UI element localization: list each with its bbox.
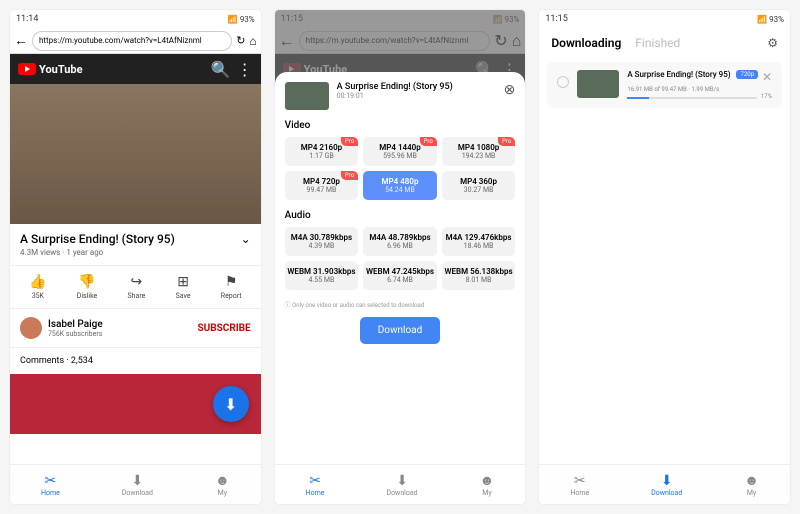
channel-name: Isabel Paige — [48, 319, 192, 330]
nav-my[interactable]: ☻My — [480, 472, 495, 497]
video-meta: 4.3M views · 1 year ago — [20, 248, 251, 257]
format-option[interactable]: ProMP4 720p99.47 MB — [285, 171, 359, 200]
tab-finished[interactable]: Finished — [635, 36, 680, 50]
sheet-title: A Surprise Ending! (Story 95) — [337, 82, 496, 92]
action-row: 👍35K 👎Dislike ↪Share ⊞Save ⚑Report — [10, 266, 261, 309]
format-option[interactable]: ProMP4 2160p1.17 GB — [285, 137, 359, 166]
url-field[interactable]: https://m.youtube.com/watch?v=L4tAfNiznm… — [32, 31, 232, 51]
youtube-logo[interactable]: YouTube — [18, 63, 83, 76]
note-text: ⓘ Only one video or audio can selected t… — [285, 300, 516, 309]
bottom-nav: ✂Home ⬇Download ☻My — [275, 464, 526, 504]
nav-download[interactable]: ⬇Download — [122, 473, 153, 497]
nav-home[interactable]: ✂Home — [41, 473, 60, 497]
youtube-header: YouTube 🔍 ⋮ — [10, 54, 261, 84]
nav-download[interactable]: ⬇Download — [651, 473, 682, 497]
cancel-icon[interactable]: ✕ — [762, 70, 772, 84]
select-checkbox[interactable] — [557, 76, 569, 88]
comments-row[interactable]: Comments · 2,534 — [10, 348, 261, 374]
video-section-label: Video — [285, 120, 516, 131]
bottom-nav: ✂Home ⬇Download ☻My — [10, 464, 261, 504]
format-option[interactable]: M4A 30.789kbps4.39 MB — [285, 227, 359, 256]
audio-options: M4A 30.789kbps4.39 MBM4A 48.789kbps6.96 … — [285, 227, 516, 290]
format-option[interactable]: M4A 129.476kbps18.46 MB — [442, 227, 516, 256]
nav-home[interactable]: ✂Home — [570, 473, 589, 497]
download-stats: 16.91 MB of 99.47 MB · 1.99 MB/s — [627, 86, 772, 93]
download-button[interactable]: Download — [360, 317, 440, 344]
report-button[interactable]: ⚑Report — [221, 274, 242, 300]
progress-bar — [627, 97, 757, 99]
audio-section-label: Audio — [285, 210, 516, 221]
screen-format-selector: 11:15📶93% ←https://m.youtube.com/watch?v… — [275, 10, 526, 504]
channel-row[interactable]: Isabel Paige 756K subscribers SUBSCRIBE — [10, 309, 261, 348]
format-option[interactable]: WEBM 31.903kbps4.55 MB — [285, 261, 359, 290]
video-player[interactable] — [10, 84, 261, 224]
video-options: ProMP4 2160p1.17 GBProMP4 1440p595.96 MB… — [285, 137, 516, 200]
tab-downloading[interactable]: Downloading — [551, 36, 621, 50]
bottom-nav: ✂Home ⬇Download ☻My — [539, 464, 790, 504]
quality-badge: 720p — [736, 70, 758, 79]
video-title: A Surprise Ending! (Story 95) — [20, 232, 175, 246]
format-option[interactable]: WEBM 56.138kbps8.01 MB — [442, 261, 516, 290]
chevron-down-icon[interactable]: ⌄ — [241, 232, 251, 246]
download-title: A Surprise Ending! (Story 95) — [627, 70, 732, 79]
clock: 11:14 — [16, 14, 38, 24]
format-option[interactable]: MP4 480p54.24 MB — [363, 171, 437, 200]
dislike-button[interactable]: 👎Dislike — [77, 274, 98, 300]
screen-downloads: 11:15📶93% Downloading Finished ⚙ A Surpr… — [539, 10, 790, 504]
settings-icon[interactable]: ⚙ — [767, 36, 778, 50]
subscribe-button[interactable]: SUBSCRIBE — [198, 323, 251, 334]
sheet-duration: 00:19:01 — [337, 92, 496, 100]
download-fab[interactable]: ⬇ — [213, 386, 249, 422]
channel-subs: 756K subscribers — [48, 330, 192, 338]
search-icon[interactable]: 🔍 — [211, 60, 231, 79]
download-thumbnail — [577, 70, 619, 98]
download-tabs: Downloading Finished ⚙ — [539, 28, 790, 58]
address-bar: ← https://m.youtube.com/watch?v=L4tAfNiz… — [10, 28, 261, 54]
sheet-thumbnail — [285, 82, 329, 110]
like-button[interactable]: 👍35K — [29, 274, 46, 300]
avatar — [20, 317, 42, 339]
status-bar: 11:14 📶93% — [10, 10, 261, 28]
format-sheet: A Surprise Ending! (Story 95) 00:19:01 ⊗… — [275, 72, 526, 504]
format-option[interactable]: M4A 48.789kbps6.96 MB — [363, 227, 437, 256]
format-option[interactable]: WEBM 47.245kbps6.74 MB — [363, 261, 437, 290]
save-button[interactable]: ⊞Save — [176, 274, 191, 300]
progress-percent: 17% — [761, 93, 772, 100]
nav-my[interactable]: ☻My — [744, 472, 759, 497]
format-option[interactable]: MP4 360p30.27 MB — [442, 171, 516, 200]
format-option[interactable]: ProMP4 1440p595.96 MB — [363, 137, 437, 166]
nav-my[interactable]: ☻My — [215, 472, 230, 497]
menu-icon[interactable]: ⋮ — [237, 60, 253, 79]
close-icon[interactable]: ⊗ — [504, 82, 516, 110]
nav-home[interactable]: ✂Home — [306, 473, 325, 497]
back-icon[interactable]: ← — [14, 32, 28, 49]
reload-icon[interactable]: ↻ — [236, 34, 245, 47]
screen-youtube: 11:14 📶93% ← https://m.youtube.com/watch… — [10, 10, 261, 504]
format-option[interactable]: ProMP4 1080p194.23 MB — [442, 137, 516, 166]
video-info: A Surprise Ending! (Story 95) ⌄ 4.3M view… — [10, 224, 261, 266]
share-button[interactable]: ↪Share — [128, 274, 146, 300]
home-icon[interactable]: ⌂ — [249, 34, 256, 48]
status-bar: 11:15📶93% — [539, 10, 790, 28]
nav-download[interactable]: ⬇Download — [386, 473, 417, 497]
download-item[interactable]: A Surprise Ending! (Story 95) 720p ✕ 16.… — [547, 62, 782, 108]
